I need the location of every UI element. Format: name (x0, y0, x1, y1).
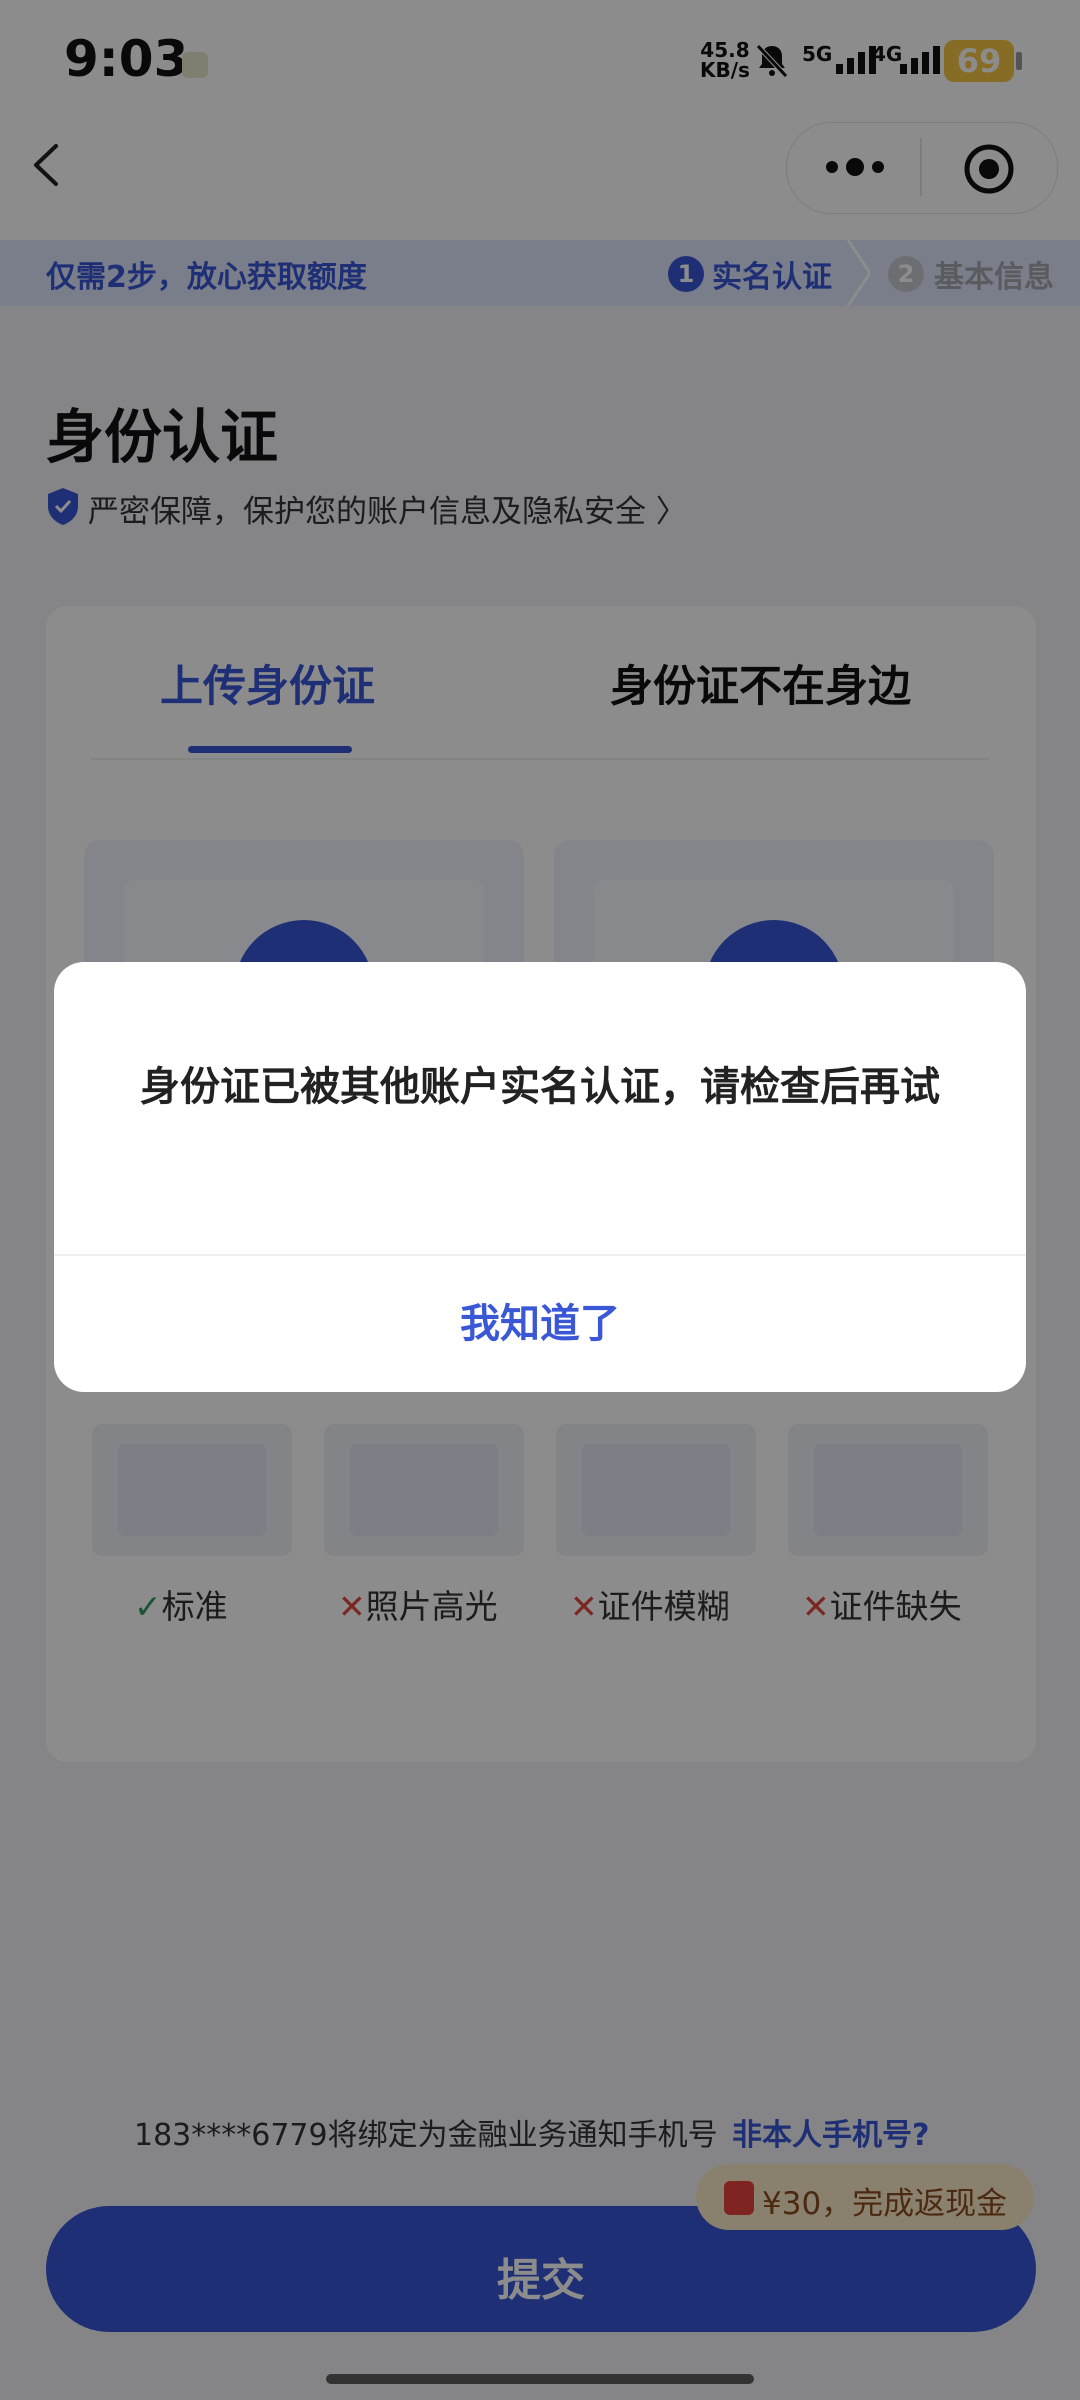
dialog-confirm-button[interactable]: 我知道了 (54, 1256, 1026, 1392)
alert-dialog: 身份证已被其他账户实名认证，请检查后再试 我知道了 (54, 962, 1026, 1392)
dialog-message: 身份证已被其他账户实名认证，请检查后再试 (140, 1064, 940, 1110)
home-indicator[interactable] (326, 2374, 754, 2384)
